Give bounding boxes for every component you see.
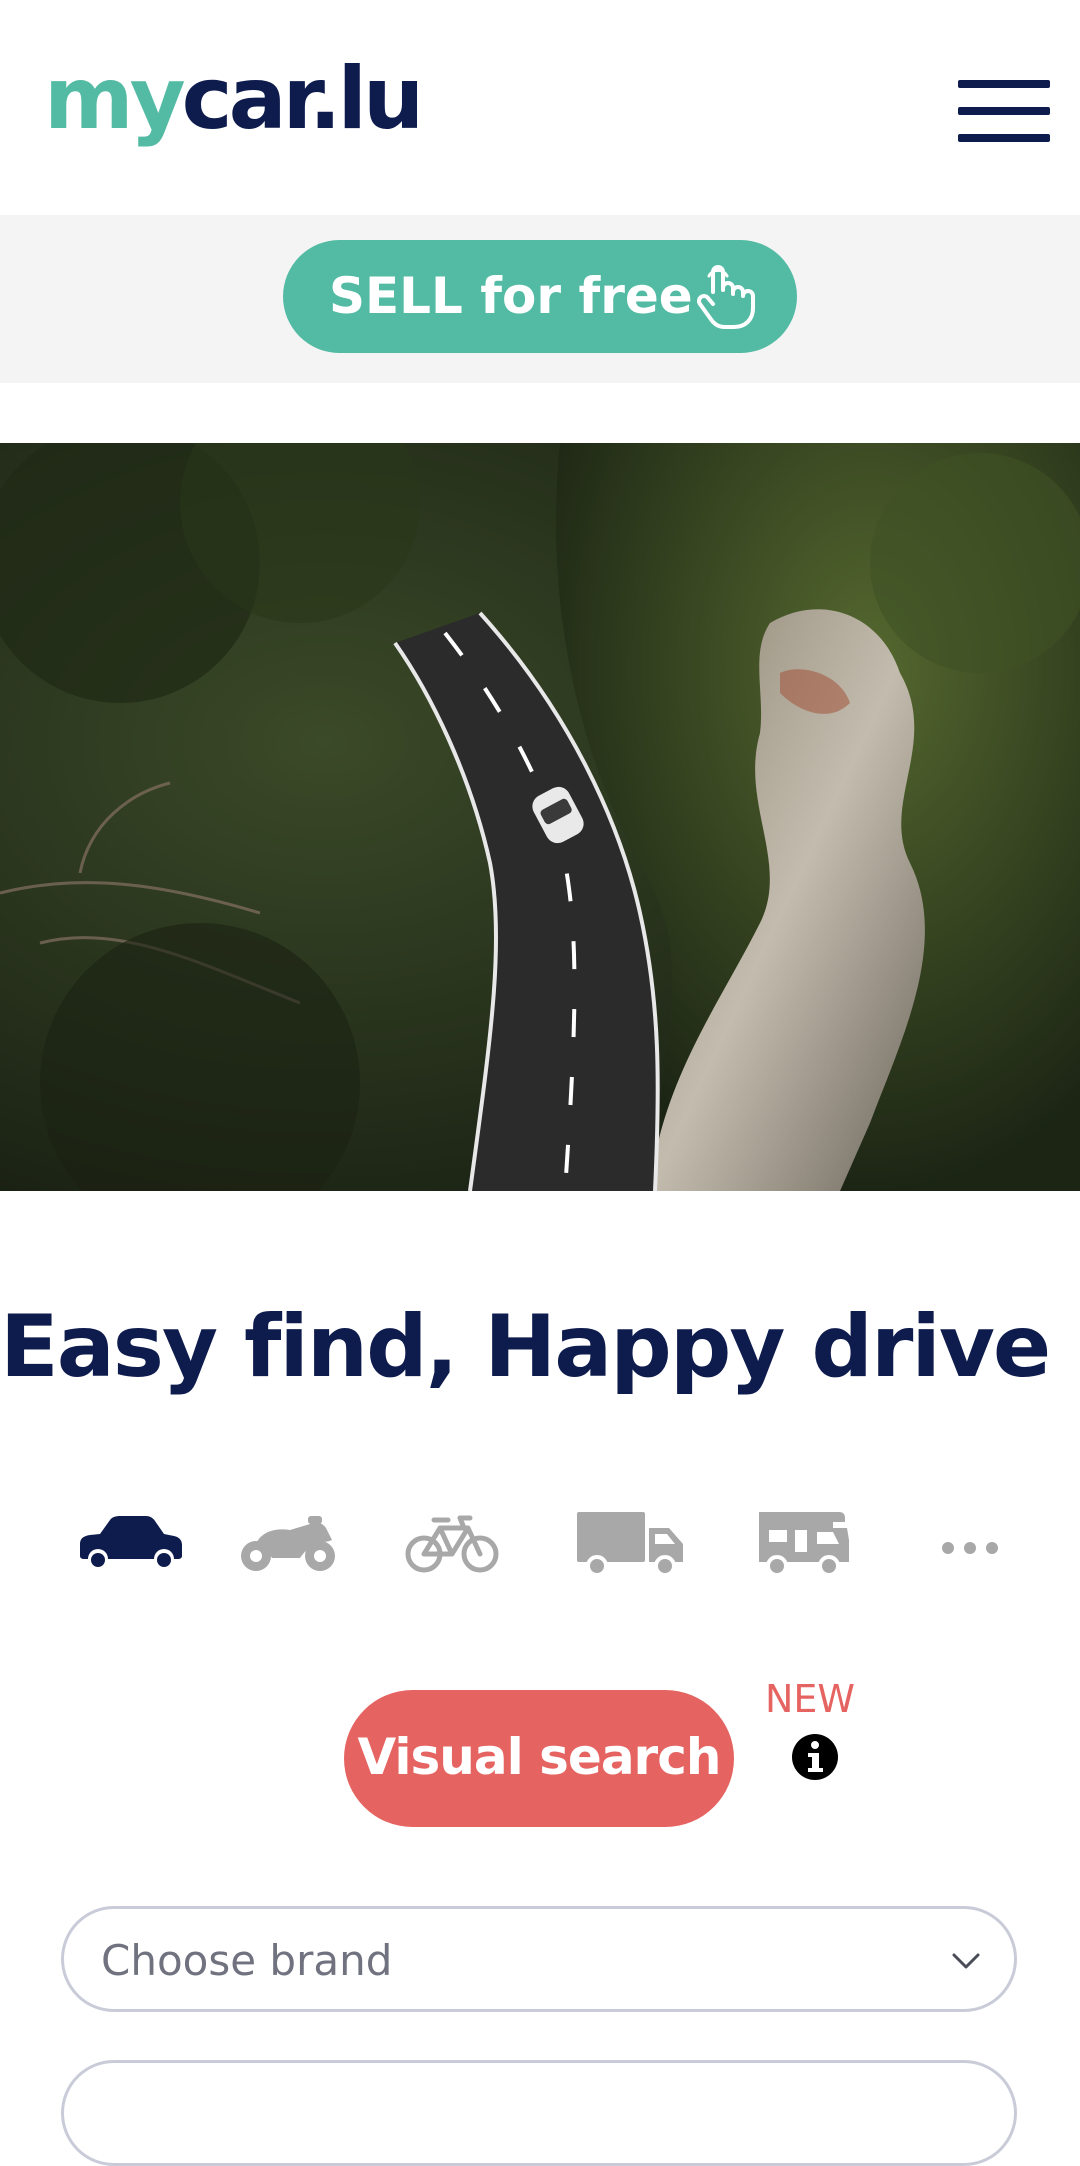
brand-select[interactable]: Choose brand xyxy=(61,1906,1017,2012)
car-icon xyxy=(80,1516,182,1567)
hero-image xyxy=(0,443,1080,1191)
vehicle-type-selector xyxy=(0,1500,1080,1580)
hamburger-menu-icon[interactable] xyxy=(958,80,1050,142)
chevron-down-icon xyxy=(952,1953,980,1969)
header: mycar.lu xyxy=(0,0,1080,215)
logo-rest: car.lu xyxy=(181,49,425,149)
vehicle-type-motorcycle[interactable] xyxy=(238,1500,338,1580)
vehicle-type-bicycle[interactable] xyxy=(404,1500,500,1580)
more-icon xyxy=(942,1542,998,1554)
logo-my: my xyxy=(44,49,186,149)
hero-road-illustration xyxy=(0,443,1080,1191)
logo[interactable]: mycar.lu xyxy=(44,56,424,142)
motorcycle-icon xyxy=(241,1516,335,1571)
page-headline: Easy find, Happy drive ! xyxy=(0,1297,1080,1397)
vehicle-type-truck[interactable] xyxy=(575,1500,687,1580)
visual-search-label: Visual search xyxy=(357,1728,722,1786)
brand-select-placeholder: Choose brand xyxy=(101,1936,393,1985)
vehicle-type-camper-van[interactable] xyxy=(755,1500,851,1580)
truck-icon xyxy=(577,1512,683,1577)
sell-for-free-button[interactable]: SELL for free xyxy=(283,240,797,353)
visual-search-button[interactable]: Visual search xyxy=(344,1690,734,1827)
info-icon[interactable] xyxy=(791,1733,839,1781)
sell-button-label: SELL for free xyxy=(329,267,693,325)
bicycle-icon xyxy=(405,1515,499,1573)
new-badge: NEW xyxy=(765,1677,856,1721)
vehicle-type-car[interactable] xyxy=(76,1500,184,1580)
model-select[interactable] xyxy=(61,2060,1017,2166)
camper-van-icon xyxy=(759,1512,849,1577)
pointing-hand-icon xyxy=(697,265,755,329)
vehicle-type-more[interactable] xyxy=(940,1500,1000,1580)
